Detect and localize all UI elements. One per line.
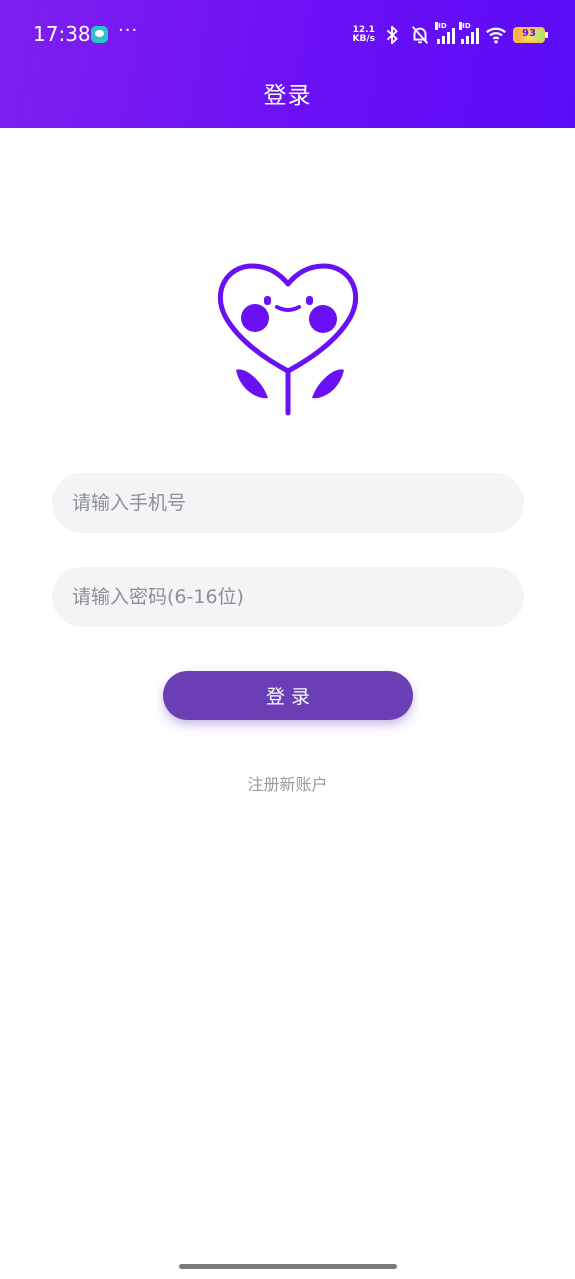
more-notifications-icon: ··· — [118, 20, 139, 41]
register-link[interactable]: 注册新账户 — [0, 771, 575, 795]
password-input[interactable] — [52, 567, 524, 627]
battery-level: 93 — [522, 28, 536, 39]
status-bar: 17:38 ··· 12.1 KB/s HD HD 93 — [0, 0, 575, 68]
hd-label-2: HD — [459, 22, 471, 30]
signal-sim1-icon: HD — [435, 22, 455, 44]
app-header: 17:38 ··· 12.1 KB/s HD HD 93 登录 — [0, 0, 575, 128]
home-indicator[interactable] — [179, 1264, 397, 1269]
signal-sim2-icon: HD — [459, 22, 479, 44]
network-speed: 12.1 KB/s — [353, 26, 375, 44]
hd-label: HD — [435, 22, 447, 30]
page-title: 登录 — [263, 83, 312, 109]
battery-icon: 93 — [513, 27, 548, 43]
network-speed-unit: KB/s — [352, 34, 375, 44]
wifi-icon — [486, 27, 506, 44]
phone-input[interactable] — [52, 473, 524, 533]
login-button[interactable]: 登录 — [163, 671, 413, 720]
heart-flower-icon — [218, 263, 358, 416]
wechat-icon — [91, 26, 108, 43]
bluetooth-icon — [386, 25, 398, 45]
status-icons: 12.1 KB/s HD HD 93 — [353, 22, 548, 48]
status-time: 17:38 — [33, 22, 91, 46]
bell-off-icon — [411, 26, 429, 44]
